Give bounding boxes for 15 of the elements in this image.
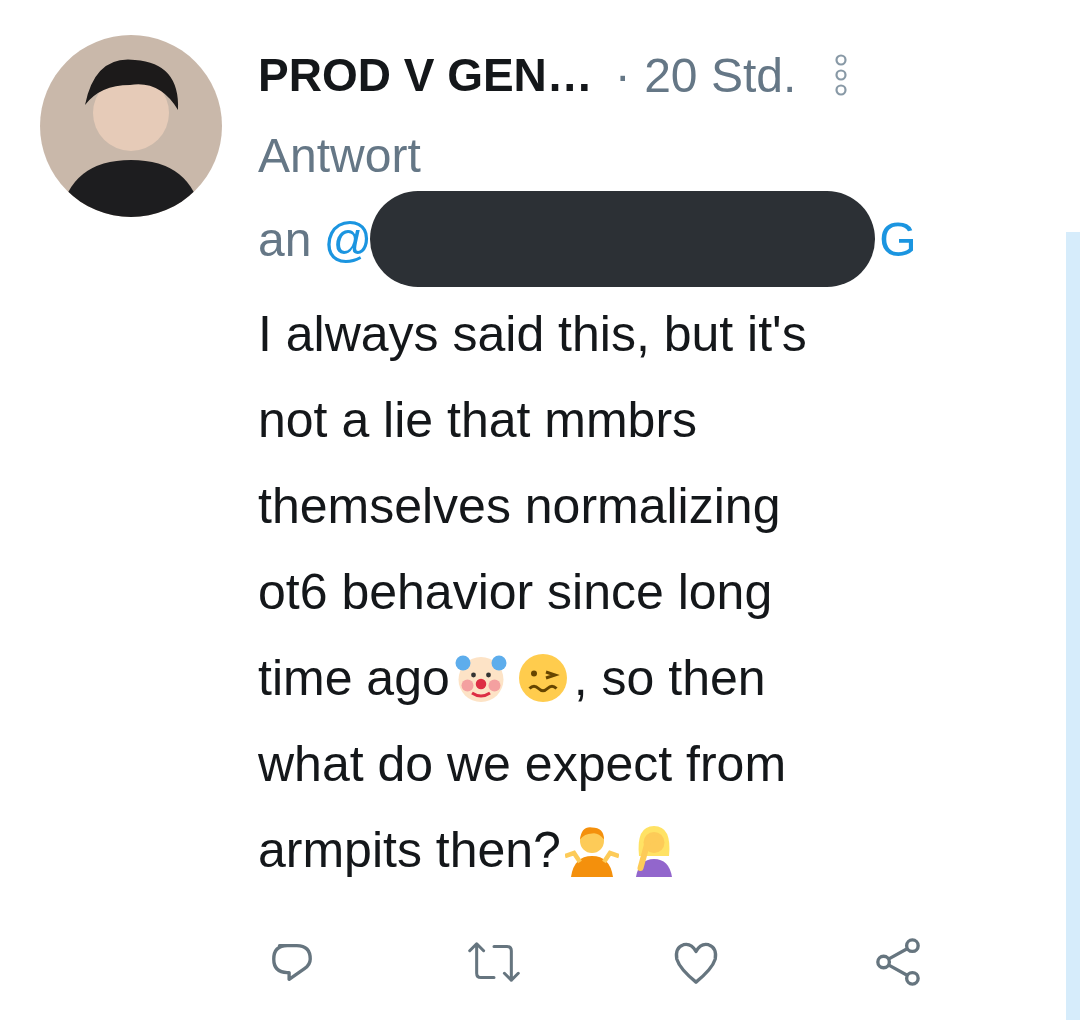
tweet-text: not a lie that mmbrs xyxy=(258,391,698,449)
tweet-text: , so then xyxy=(573,649,766,707)
tweet-text: time ago xyxy=(258,649,450,707)
mention-link[interactable]: G xyxy=(879,211,917,267)
tweet-text: I always said this, but it's xyxy=(258,305,807,363)
tweet-text: themselves normalizing xyxy=(258,477,781,535)
tweet-text: ot6 behavior since long xyxy=(258,563,773,621)
tweet-time: · 20 Std. xyxy=(614,47,797,103)
author-name[interactable]: PROD V GEN… xyxy=(258,48,593,102)
more-options-icon[interactable] xyxy=(834,53,849,97)
mention-link[interactable]: @ xyxy=(323,211,373,267)
tweet-text: what do we expect from xyxy=(258,735,787,793)
reply-prefix: an xyxy=(258,211,312,267)
reply-label: Antwort xyxy=(258,128,422,184)
tweet-text: armpits then? xyxy=(258,821,561,879)
